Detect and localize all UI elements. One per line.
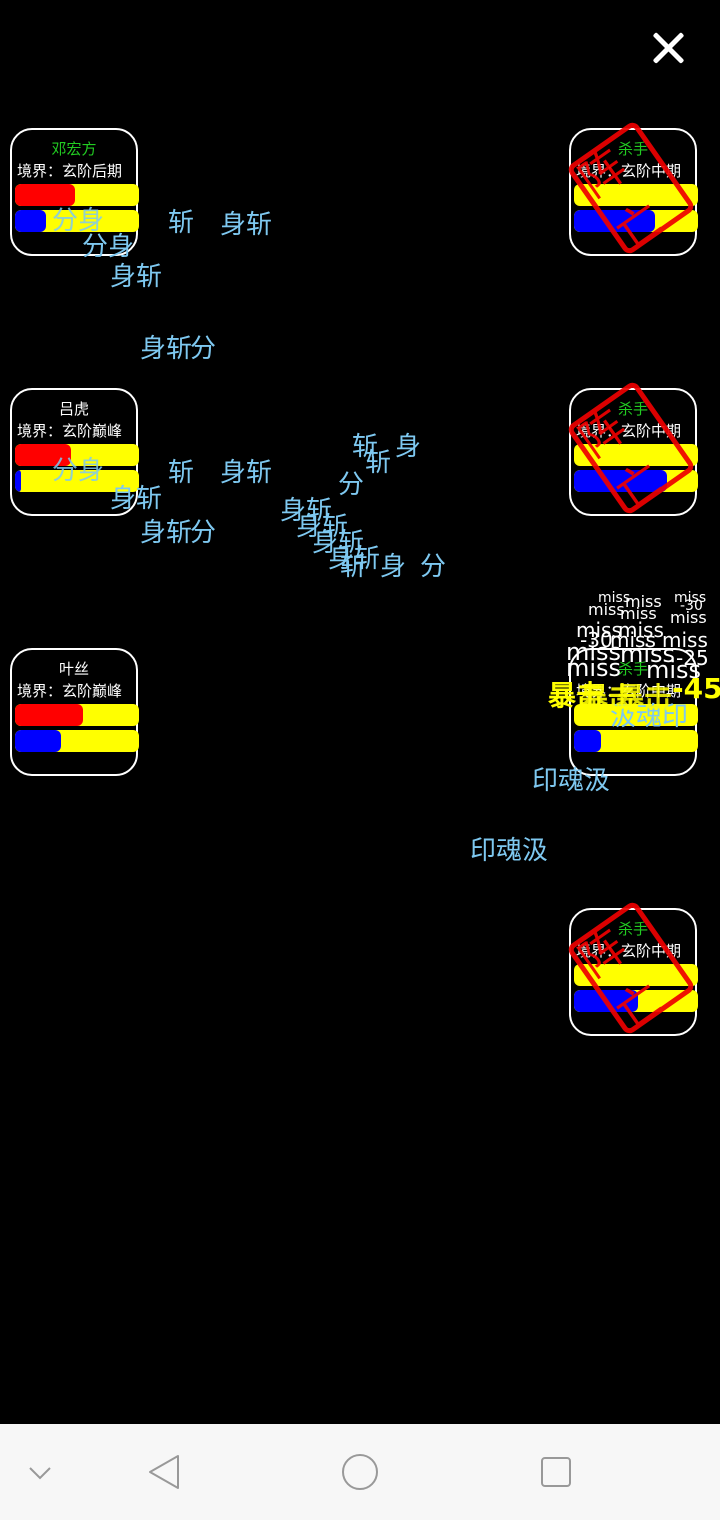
hero-name: 邓宏方	[51, 140, 97, 158]
skill-effect-text: 分	[338, 470, 365, 500]
hero-card[interactable]: 叶丝 境界：玄阶巅峰	[10, 648, 139, 776]
mp-bar	[574, 730, 698, 752]
skill-effect-text: 印魂汲	[470, 836, 549, 866]
home-icon[interactable]	[340, 1452, 380, 1492]
mp-bar	[15, 730, 139, 752]
skill-effect-text: 身斩	[140, 518, 193, 548]
hero-name: 吕虎	[58, 400, 89, 418]
skill-effect-text: 身斩	[110, 262, 163, 292]
system-nav-bar	[0, 1424, 720, 1520]
recent-apps-icon[interactable]	[536, 1452, 576, 1492]
hero-realm: 境界：玄阶后期	[17, 162, 123, 180]
skill-effect-text: 印魂汲	[532, 766, 611, 796]
skill-effect-text: 身斩	[140, 334, 193, 364]
back-icon[interactable]	[144, 1452, 184, 1492]
skill-effect-text: 分	[190, 334, 217, 364]
close-button[interactable]	[646, 26, 690, 70]
damage-number: -45	[672, 672, 720, 705]
skill-effect-text: 斩	[365, 448, 392, 478]
skill-effect-text: 斩	[340, 552, 367, 582]
enemy-card[interactable]: 杀手 境界：玄阶中期 阵亡	[565, 119, 698, 260]
skill-effect-text: 分	[420, 552, 447, 582]
skill-effect-text: 身斩	[110, 484, 163, 514]
skill-effect-text: 分身	[52, 456, 105, 486]
enemy-card[interactable]: 杀手 境界：玄阶中期 阵亡	[565, 379, 698, 520]
skill-effect-text: 身	[380, 552, 407, 582]
skill-effect-text: 分	[190, 518, 217, 548]
skill-effect-text: 斩	[168, 458, 195, 488]
enemy-card[interactable]: 杀手 境界：玄阶中期 阵亡	[565, 899, 698, 1040]
crit-text: 暴击	[616, 681, 673, 714]
skill-effect-text: 身斩	[220, 458, 273, 488]
hero-realm: 境界：玄阶巅峰	[17, 422, 123, 440]
miss-text: miss	[670, 608, 707, 627]
skill-effect-text: 斩	[168, 208, 195, 238]
chevron-down-icon[interactable]	[20, 1452, 60, 1492]
skill-effect-text: 身斩	[220, 210, 273, 240]
skill-effect-text: 身	[395, 432, 422, 462]
hp-bar	[15, 704, 139, 726]
hero-name: 叶丝	[58, 660, 89, 678]
hero-realm: 境界：玄阶巅峰	[17, 682, 123, 700]
